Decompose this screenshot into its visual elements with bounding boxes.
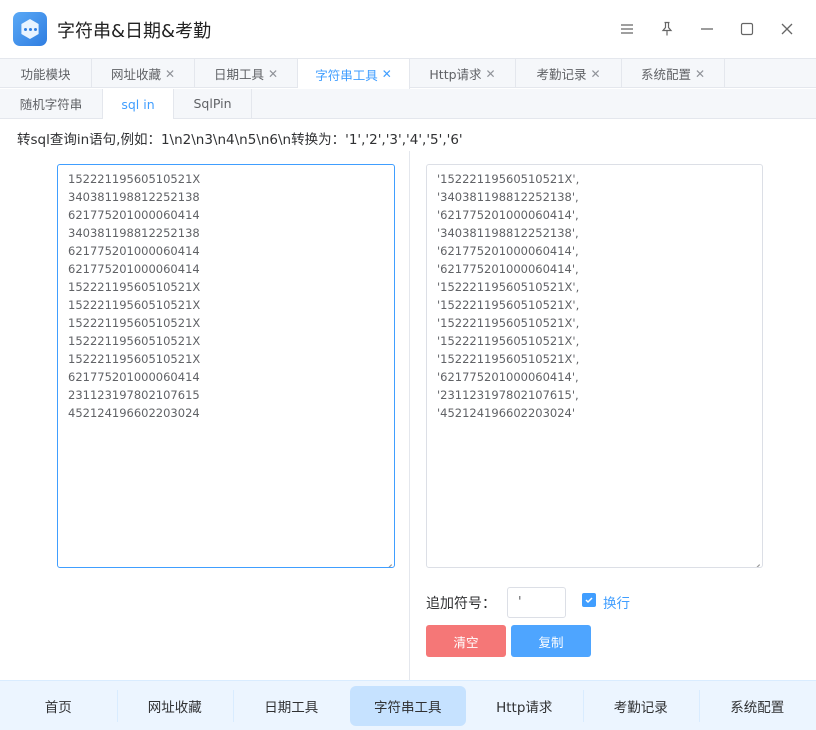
newline-label[interactable]: 换行 <box>603 592 630 612</box>
tab-close-icon[interactable]: ✕ <box>382 67 392 81</box>
text-line: '621775201000060414', <box>437 244 579 258</box>
text-line: 231123197802107615 <box>68 388 200 402</box>
text-line: '621775201000060414', <box>437 370 579 384</box>
text-line: '15222119560510521X', <box>437 334 580 348</box>
tab-close-icon[interactable]: ✕ <box>486 67 496 81</box>
nav-url-favorites[interactable]: 网址收藏 <box>116 686 234 726</box>
app-logo-icon <box>13 12 47 46</box>
nav-string-tools[interactable]: 字符串工具 <box>349 685 466 726</box>
bottom-nav: 首页 网址收藏 日期工具 字符串工具 Http请求 考勤记录 系统配置 <box>0 680 816 730</box>
input-panel: 15222119560510521X 340381198812252138 6217… <box>0 151 410 680</box>
tab-date-tools[interactable]: 日期工具 ✕ <box>195 59 298 88</box>
append-symbol-input[interactable] <box>507 587 566 618</box>
tab-close-icon[interactable]: ✕ <box>268 67 278 81</box>
nav-attendance[interactable]: 考勤记录 <box>582 686 700 726</box>
tab-label: 功能模块 <box>20 67 71 82</box>
text-line: 15222119560510521X <box>68 280 201 294</box>
text-line: '15222119560510521X', <box>437 280 580 294</box>
tab-close-icon[interactable]: ✕ <box>590 67 600 81</box>
resize-handle-icon[interactable] <box>385 558 393 566</box>
text-line: '231123197802107615', <box>437 388 579 402</box>
text-line: 15222119560510521X <box>68 316 201 330</box>
text-line: 452124196602203024 <box>68 406 200 420</box>
copy-button[interactable]: 复制 <box>511 625 591 657</box>
nav-system-config[interactable]: 系统配置 <box>699 686 816 726</box>
maximize-icon[interactable] <box>735 17 759 41</box>
text-line: '15222119560510521X', <box>437 352 580 366</box>
window-title: 字符串&日期&考勤 <box>57 21 212 42</box>
text-line: 340381198812252138 <box>68 190 200 204</box>
pin-icon[interactable] <box>655 17 679 41</box>
text-line: 15222119560510521X <box>68 352 201 366</box>
check-icon <box>585 597 593 604</box>
nav-http-request[interactable]: Http请求 <box>466 686 583 726</box>
tab-url-favorites[interactable]: 网址收藏 ✕ <box>92 59 195 88</box>
title-bar: 字符串&日期&考勤 <box>0 0 816 58</box>
output-panel: '15222119560510521X', '340381198812252138… <box>411 151 816 680</box>
text-line: 621775201000060414 <box>68 244 200 258</box>
text-line: 15222119560510521X <box>68 334 201 348</box>
output-textarea[interactable]: '15222119560510521X', '340381198812252138… <box>426 164 763 568</box>
text-line: 621775201000060414 <box>68 262 200 276</box>
text-line: 15222119560510521X <box>68 172 201 186</box>
subtab-sql-in[interactable]: sql in <box>103 89 174 119</box>
append-symbol-label: 追加符号： <box>426 596 496 612</box>
text-line: 15222119560510521X <box>68 298 201 312</box>
tab-label: Http请求 <box>429 67 482 82</box>
text-line: '340381198812252138', <box>437 190 579 204</box>
tab-label: 字符串工具 <box>315 67 378 83</box>
text-line: '452124196602203024' <box>437 406 576 420</box>
text-line: '621775201000060414', <box>437 262 579 276</box>
sub-tab-bar: 随机字符串 sql in SqlPin <box>0 89 816 119</box>
text-line: '15222119560510521X', <box>437 298 580 312</box>
tab-label: 考勤记录 <box>536 67 587 82</box>
resize-handle-icon[interactable] <box>753 558 761 566</box>
tab-function-modules[interactable]: 功能模块 <box>0 59 92 88</box>
tab-http-request[interactable]: Http请求 ✕ <box>410 59 516 88</box>
subtab-sqlpin[interactable]: SqlPin <box>174 89 252 118</box>
menu-icon[interactable] <box>615 17 639 41</box>
tab-string-tools[interactable]: 字符串工具 ✕ <box>298 59 410 89</box>
minimize-icon[interactable] <box>695 17 719 41</box>
tab-label: 系统配置 <box>640 67 691 82</box>
nav-home[interactable]: 首页 <box>0 686 117 726</box>
text-line: 621775201000060414 <box>68 370 200 384</box>
newline-checkbox[interactable] <box>582 593 596 607</box>
description-text: 转sql查询in语句,例如：1\n2\n3\n4\n5\n6\n转换为：'1',… <box>17 132 463 148</box>
text-line: '15222119560510521X', <box>437 316 580 330</box>
tab-label: 网址收藏 <box>110 67 161 82</box>
clear-button[interactable]: 清空 <box>426 625 506 657</box>
tab-close-icon[interactable]: ✕ <box>695 67 705 81</box>
text-line: '15222119560510521X', <box>437 172 580 186</box>
text-line: '621775201000060414', <box>437 208 579 222</box>
text-line: '340381198812252138', <box>437 226 579 240</box>
text-line: 340381198812252138 <box>68 226 200 240</box>
close-icon[interactable] <box>775 17 799 41</box>
text-line: 621775201000060414 <box>68 208 200 222</box>
subtab-random-string[interactable]: 随机字符串 <box>0 89 103 118</box>
tab-close-icon[interactable]: ✕ <box>165 67 175 81</box>
tab-system-config[interactable]: 系统配置 ✕ <box>622 59 725 88</box>
tab-label: 日期工具 <box>213 67 264 82</box>
nav-date-tools[interactable]: 日期工具 <box>233 686 350 726</box>
top-tab-bar: 功能模块 网址收藏 ✕ 日期工具 ✕ 字符串工具 ✕ Http请求 ✕ 考勤记录… <box>0 58 816 89</box>
input-textarea[interactable]: 15222119560510521X 340381198812252138 6217… <box>57 164 395 568</box>
tab-attendance[interactable]: 考勤记录 ✕ <box>516 59 622 88</box>
